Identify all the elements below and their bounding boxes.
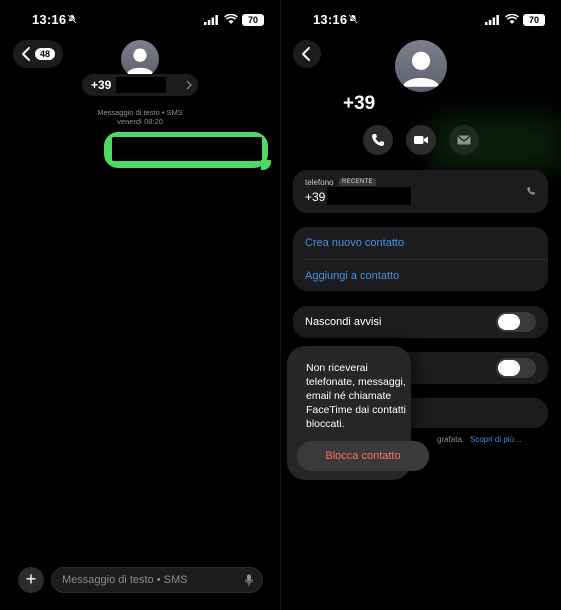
block-confirmation-popover: Non riceverai telefonate, messaggi, emai… bbox=[287, 346, 429, 480]
message-bubble[interactable] bbox=[104, 132, 271, 170]
block-warning-text: Non riceverai telefonate, messaggi, emai… bbox=[306, 362, 406, 430]
phone-icon bbox=[527, 187, 535, 195]
phone-icon bbox=[372, 134, 384, 146]
person-icon bbox=[402, 51, 440, 87]
cellular-signal-icon bbox=[204, 15, 218, 25]
email-button[interactable] bbox=[449, 125, 479, 155]
add-to-contact-link[interactable]: Aggiungi a contatto bbox=[305, 270, 399, 282]
wifi-icon bbox=[505, 14, 519, 24]
contact-actions-card: Crea nuovo contatto Aggiungi a contatto bbox=[293, 227, 548, 291]
messages-conversation-panel: 13:16 70 48 +39 Messaggio di testo • SMS… bbox=[0, 0, 280, 610]
call-button[interactable] bbox=[363, 125, 393, 155]
chevron-left-icon bbox=[22, 47, 30, 61]
chevron-left-icon bbox=[302, 47, 310, 61]
battery-indicator: 70 bbox=[242, 14, 264, 26]
block-contact-button[interactable]: Blocca contatto bbox=[297, 441, 429, 471]
bubble-tail bbox=[261, 160, 271, 170]
status-bar: 13:16 70 bbox=[0, 10, 280, 30]
hide-alerts-row: Nascondi avvisi bbox=[293, 306, 548, 338]
chevron-right-icon bbox=[186, 80, 192, 90]
contact-avatar bbox=[395, 40, 447, 92]
redacted-number bbox=[327, 187, 411, 205]
contact-avatar[interactable] bbox=[121, 40, 159, 78]
add-attachment-button[interactable]: + bbox=[18, 567, 44, 593]
microphone-icon[interactable] bbox=[245, 574, 253, 587]
footer-text: grafata. bbox=[437, 435, 465, 444]
hide-alerts-label: Nascondi avvisi bbox=[305, 316, 382, 328]
cellular-signal-icon bbox=[485, 15, 499, 25]
status-time: 13:16 bbox=[313, 12, 348, 27]
settings-toggle[interactable] bbox=[496, 358, 536, 378]
back-button[interactable]: 48 bbox=[13, 40, 63, 68]
phone-number: +39 bbox=[305, 190, 326, 204]
redacted-number bbox=[116, 77, 166, 93]
envelope-icon bbox=[457, 135, 471, 145]
status-time: 13:16 bbox=[32, 12, 67, 27]
create-new-contact-link[interactable]: Crea nuovo contatto bbox=[305, 237, 404, 249]
contact-name-button[interactable]: +39 bbox=[82, 74, 198, 96]
battery-indicator: 70 bbox=[523, 14, 545, 26]
contact-details-panel: 13:16 70 +39 telefono RECENTE +39 Crea n… bbox=[281, 0, 561, 610]
wifi-icon bbox=[224, 14, 238, 24]
separator bbox=[305, 259, 548, 260]
video-camera-icon bbox=[414, 136, 428, 144]
message-input-placeholder: Messaggio di testo • SMS bbox=[62, 574, 188, 586]
video-call-button[interactable] bbox=[406, 125, 436, 155]
sms-timestamp: venerdì 08:20 bbox=[117, 117, 163, 126]
toggle-knob bbox=[498, 314, 520, 330]
learn-more-link[interactable]: Scopri di più… bbox=[470, 435, 522, 444]
recent-badge: RECENTE bbox=[339, 178, 376, 186]
phone-label: telefono bbox=[305, 178, 334, 187]
sms-service-label: Messaggio di testo • SMS bbox=[97, 108, 183, 117]
contact-title: +39 bbox=[343, 93, 376, 114]
contact-number: +39 bbox=[91, 78, 112, 92]
silent-bell-icon bbox=[348, 14, 358, 24]
message-input[interactable]: Messaggio di testo • SMS bbox=[51, 567, 263, 593]
phone-number-card[interactable]: telefono RECENTE +39 bbox=[293, 170, 548, 213]
person-icon bbox=[126, 48, 154, 75]
unread-count-badge: 48 bbox=[35, 48, 55, 60]
redacted-message bbox=[112, 137, 262, 161]
back-button[interactable] bbox=[293, 40, 321, 68]
status-bar: 13:16 70 bbox=[281, 10, 561, 30]
silent-bell-icon bbox=[67, 14, 77, 24]
toggle-knob bbox=[498, 360, 520, 376]
hide-alerts-toggle[interactable] bbox=[496, 312, 536, 332]
